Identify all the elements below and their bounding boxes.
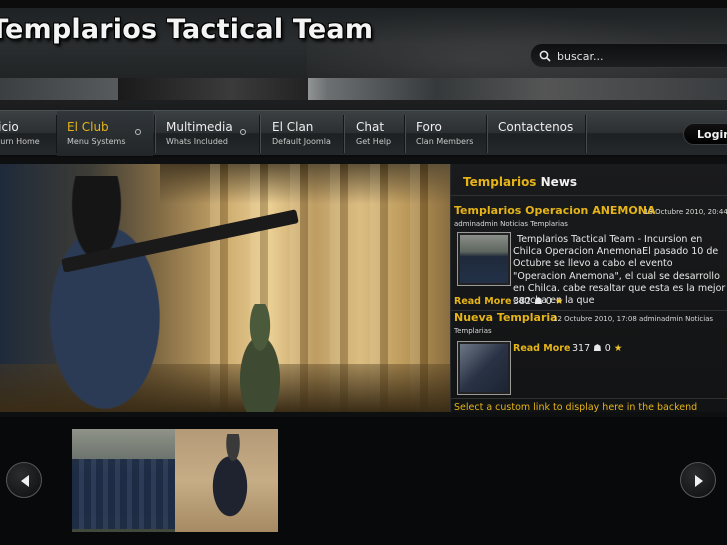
comment-icon: ☗ bbox=[534, 296, 543, 307]
article-date: 13 Octubre 2010, 20:44 bbox=[644, 208, 727, 216]
comment-icon: ☗ bbox=[593, 343, 602, 354]
image-carousel bbox=[0, 417, 727, 545]
search-input[interactable] bbox=[557, 47, 727, 65]
star-icon: ★ bbox=[554, 296, 564, 307]
nav-item-el-club[interactable]: El Club Menu Systems bbox=[57, 111, 153, 156]
nav-item-contactenos[interactable]: Contactenos bbox=[487, 111, 584, 156]
news-panel: Templarios News Templarios Operacion ANE… bbox=[450, 164, 727, 413]
article-thumbnail[interactable] bbox=[457, 232, 511, 286]
nav-item-foro[interactable]: Foro Clan Members bbox=[405, 111, 485, 156]
main-content: Templarios News Templarios Operacion ANE… bbox=[0, 157, 727, 417]
comment-count: 0 bbox=[604, 343, 611, 354]
nav-item-chat[interactable]: Chat Get Help bbox=[344, 111, 404, 156]
news-heading-rest: News bbox=[540, 175, 578, 189]
main-nav: Inicio Return Home El Club Menu Systems … bbox=[0, 110, 727, 156]
nav-item-el-clan[interactable]: El Clan Default Joomla bbox=[260, 111, 342, 156]
nav-item-sublabel: Default Joomla bbox=[272, 137, 331, 146]
star-icon: ★ bbox=[613, 343, 623, 354]
news-heading-highlight: Templarios bbox=[463, 175, 537, 189]
nav-divider bbox=[585, 115, 586, 153]
site-logo[interactable]: Templarios Tactical Team bbox=[0, 14, 373, 45]
article-stats: 317 ☗ 0 ★ bbox=[572, 343, 622, 354]
nav-item-sublabel: Return Home bbox=[0, 137, 40, 146]
nav-item-label: Chat bbox=[356, 120, 385, 134]
search-box[interactable] bbox=[530, 43, 727, 68]
nav-item-label: Foro bbox=[416, 120, 442, 134]
nav-item-sublabel: Menu Systems bbox=[67, 137, 126, 146]
search-icon bbox=[539, 50, 551, 62]
divider bbox=[451, 398, 727, 399]
view-count: 317 bbox=[572, 343, 591, 354]
nav-item-label: Contactenos bbox=[498, 120, 574, 134]
submenu-indicator-icon bbox=[135, 129, 141, 135]
article-author-meta-cont: Templarias bbox=[454, 327, 492, 335]
news-heading: Templarios News bbox=[463, 175, 577, 189]
article-date-author: 12 Octubre 2010, 17:08 adminadmin Notici… bbox=[553, 315, 713, 323]
nav-item-sublabel: Get Help bbox=[356, 137, 392, 146]
site-header: Templarios Tactical Team bbox=[0, 0, 727, 110]
nav-item-sublabel: Whats Included bbox=[166, 137, 228, 146]
carousel-slide[interactable] bbox=[72, 429, 175, 532]
carousel-slide[interactable] bbox=[175, 429, 278, 532]
submenu-indicator-icon bbox=[240, 129, 246, 135]
article-title-link[interactable]: Nueva Templaria bbox=[454, 311, 558, 324]
arrow-right-icon bbox=[695, 475, 703, 487]
nav-item-label: El Clan bbox=[272, 120, 314, 134]
view-count: 382 bbox=[513, 296, 532, 307]
carousel-prev-button[interactable] bbox=[6, 462, 42, 498]
article-title-link[interactable]: Templarios Operacion ANEMONA bbox=[454, 204, 655, 217]
read-more-link[interactable]: Read More bbox=[454, 296, 511, 307]
header-photo-band bbox=[0, 78, 727, 100]
carousel-next-button[interactable] bbox=[680, 462, 716, 498]
article-author-meta: adminadmin Noticias Templarias bbox=[454, 220, 568, 228]
article-date: 12 Octubre 2010, 17:08 bbox=[553, 315, 637, 323]
read-more-link[interactable]: Read More bbox=[513, 343, 570, 354]
nav-item-multimedia[interactable]: Multimedia Whats Included bbox=[155, 111, 255, 156]
nav-item-label: Inicio bbox=[0, 120, 19, 134]
article-thumbnail[interactable] bbox=[457, 341, 511, 395]
article-stats: 382 ☗ 0 ★ bbox=[513, 296, 563, 307]
custom-link[interactable]: Select a custom link to display here in … bbox=[454, 402, 697, 413]
article-author-meta: adminadmin Noticias bbox=[639, 315, 714, 323]
divider bbox=[451, 195, 727, 196]
featured-image[interactable] bbox=[0, 164, 450, 412]
arrow-left-icon bbox=[21, 475, 29, 487]
comment-count: 0 bbox=[545, 296, 552, 307]
nav-item-inicio[interactable]: Inicio Return Home bbox=[0, 111, 55, 156]
login-button[interactable]: Login bbox=[683, 123, 727, 145]
nav-item-sublabel: Clan Members bbox=[416, 137, 474, 146]
